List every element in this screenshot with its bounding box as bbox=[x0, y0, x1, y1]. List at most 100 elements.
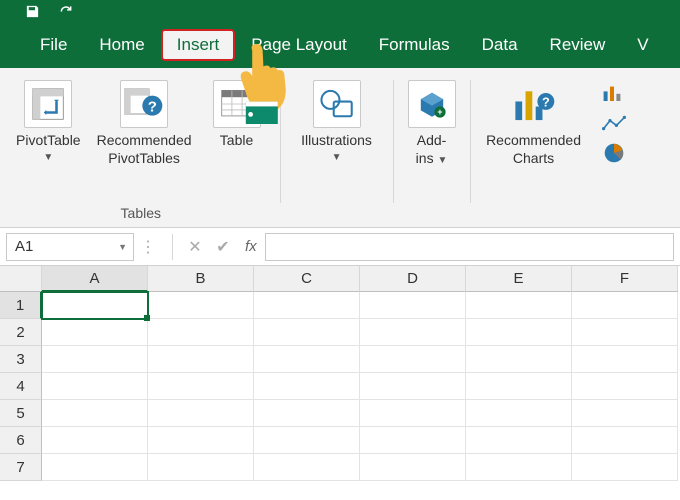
name-box[interactable]: A1 ▼ bbox=[6, 233, 134, 261]
cell[interactable] bbox=[254, 319, 360, 346]
column-header[interactable]: D bbox=[360, 266, 466, 292]
row-header[interactable]: 4 bbox=[0, 373, 42, 400]
cell[interactable] bbox=[42, 454, 148, 481]
recommended-pivottables-button[interactable]: ? Recommended PivotTables bbox=[91, 74, 198, 201]
cell[interactable] bbox=[254, 346, 360, 373]
cell[interactable] bbox=[148, 454, 254, 481]
ribbon: PivotTable ▼ ? Recommended PivotTables bbox=[0, 68, 680, 228]
ribbon-separator bbox=[393, 80, 394, 203]
table-button[interactable]: Table bbox=[202, 74, 272, 201]
column-header[interactable]: B bbox=[148, 266, 254, 292]
cell[interactable] bbox=[360, 292, 466, 319]
enter-icon[interactable]: ✔ bbox=[209, 233, 237, 261]
row-header[interactable]: 5 bbox=[0, 400, 42, 427]
cell[interactable] bbox=[466, 454, 572, 481]
cell[interactable] bbox=[466, 319, 572, 346]
tab-data[interactable]: Data bbox=[466, 29, 534, 61]
chart-type-buttons bbox=[593, 74, 631, 201]
row-header[interactable]: 6 bbox=[0, 427, 42, 454]
ribbon-separator bbox=[280, 80, 281, 203]
cell[interactable] bbox=[254, 400, 360, 427]
cell[interactable] bbox=[42, 319, 148, 346]
tab-insert[interactable]: Insert bbox=[161, 29, 236, 61]
pie-chart-icon[interactable] bbox=[601, 142, 627, 164]
cell[interactable] bbox=[360, 454, 466, 481]
cell[interactable] bbox=[572, 346, 678, 373]
column-header[interactable]: E bbox=[466, 266, 572, 292]
cell[interactable] bbox=[254, 454, 360, 481]
illustrations-button[interactable]: Illustrations ▼ bbox=[289, 74, 385, 201]
ribbon-separator bbox=[470, 80, 471, 203]
cell[interactable] bbox=[466, 292, 572, 319]
cell-a1[interactable] bbox=[42, 292, 148, 319]
cell[interactable] bbox=[466, 427, 572, 454]
fx-label[interactable]: fx bbox=[237, 238, 265, 255]
tab-file[interactable]: File bbox=[24, 29, 83, 61]
addins-button[interactable]: + Add- ins ▼ bbox=[402, 74, 462, 201]
cell[interactable] bbox=[466, 400, 572, 427]
ribbon-group-illustrations: Illustrations ▼ bbox=[283, 74, 391, 227]
cell[interactable] bbox=[42, 346, 148, 373]
recommended-charts-button[interactable]: ? Recommended Charts bbox=[479, 74, 589, 201]
cell[interactable] bbox=[254, 427, 360, 454]
tab-home[interactable]: Home bbox=[83, 29, 160, 61]
cell[interactable] bbox=[42, 373, 148, 400]
tab-view[interactable]: V bbox=[621, 29, 664, 61]
cell[interactable] bbox=[360, 319, 466, 346]
formula-bar: A1 ▼ ⋮ ✕ ✔ fx bbox=[0, 228, 680, 266]
recommended-charts-label: Recommended Charts bbox=[486, 132, 581, 167]
column-header[interactable]: A bbox=[42, 266, 148, 292]
table-row: 4 bbox=[0, 373, 680, 400]
cell[interactable] bbox=[148, 346, 254, 373]
row-header[interactable]: 1 bbox=[0, 292, 42, 319]
cell[interactable] bbox=[572, 454, 678, 481]
addins-icon: + bbox=[408, 80, 456, 128]
cell[interactable] bbox=[466, 373, 572, 400]
row-header[interactable]: 2 bbox=[0, 319, 42, 346]
column-chart-icon[interactable] bbox=[601, 82, 627, 104]
cell[interactable] bbox=[466, 346, 572, 373]
recommended-pivottables-label: Recommended PivotTables bbox=[97, 132, 192, 167]
row-header[interactable]: 7 bbox=[0, 454, 42, 481]
redo-icon[interactable] bbox=[58, 3, 74, 19]
pivottable-button[interactable]: PivotTable ▼ bbox=[10, 74, 87, 201]
tab-formulas[interactable]: Formulas bbox=[363, 29, 466, 61]
cell[interactable] bbox=[254, 373, 360, 400]
cell[interactable] bbox=[254, 292, 360, 319]
select-all-corner[interactable] bbox=[0, 266, 42, 292]
cell[interactable] bbox=[148, 427, 254, 454]
cell[interactable] bbox=[572, 319, 678, 346]
column-header[interactable]: C bbox=[254, 266, 360, 292]
cell[interactable] bbox=[42, 427, 148, 454]
table-row: 6 bbox=[0, 427, 680, 454]
cell[interactable] bbox=[572, 400, 678, 427]
cell[interactable] bbox=[360, 346, 466, 373]
cell[interactable] bbox=[360, 427, 466, 454]
cell[interactable] bbox=[148, 292, 254, 319]
cell[interactable] bbox=[360, 373, 466, 400]
formula-input[interactable] bbox=[265, 233, 674, 261]
cancel-icon[interactable]: ✕ bbox=[181, 233, 209, 261]
pivottable-icon bbox=[24, 80, 72, 128]
line-chart-icon[interactable] bbox=[601, 112, 627, 134]
chevron-down-icon: ▼ bbox=[43, 152, 53, 163]
recommended-charts-icon: ? bbox=[510, 80, 558, 128]
cell[interactable] bbox=[572, 373, 678, 400]
cell[interactable] bbox=[148, 373, 254, 400]
ribbon-group-addins: + Add- ins ▼ bbox=[396, 74, 468, 227]
save-icon[interactable] bbox=[24, 3, 40, 19]
column-header[interactable]: F bbox=[572, 266, 678, 292]
cell[interactable] bbox=[42, 400, 148, 427]
cell[interactable] bbox=[572, 292, 678, 319]
tab-page-layout[interactable]: Page Layout bbox=[235, 29, 362, 61]
cell[interactable] bbox=[360, 400, 466, 427]
cell[interactable] bbox=[572, 427, 678, 454]
svg-text:+: + bbox=[437, 107, 442, 117]
svg-text:?: ? bbox=[148, 99, 157, 116]
tab-review[interactable]: Review bbox=[534, 29, 622, 61]
cell[interactable] bbox=[148, 319, 254, 346]
cell[interactable] bbox=[148, 400, 254, 427]
formula-bar-expand[interactable]: ⋮ bbox=[134, 237, 164, 257]
svg-text:?: ? bbox=[541, 96, 549, 110]
row-header[interactable]: 3 bbox=[0, 346, 42, 373]
